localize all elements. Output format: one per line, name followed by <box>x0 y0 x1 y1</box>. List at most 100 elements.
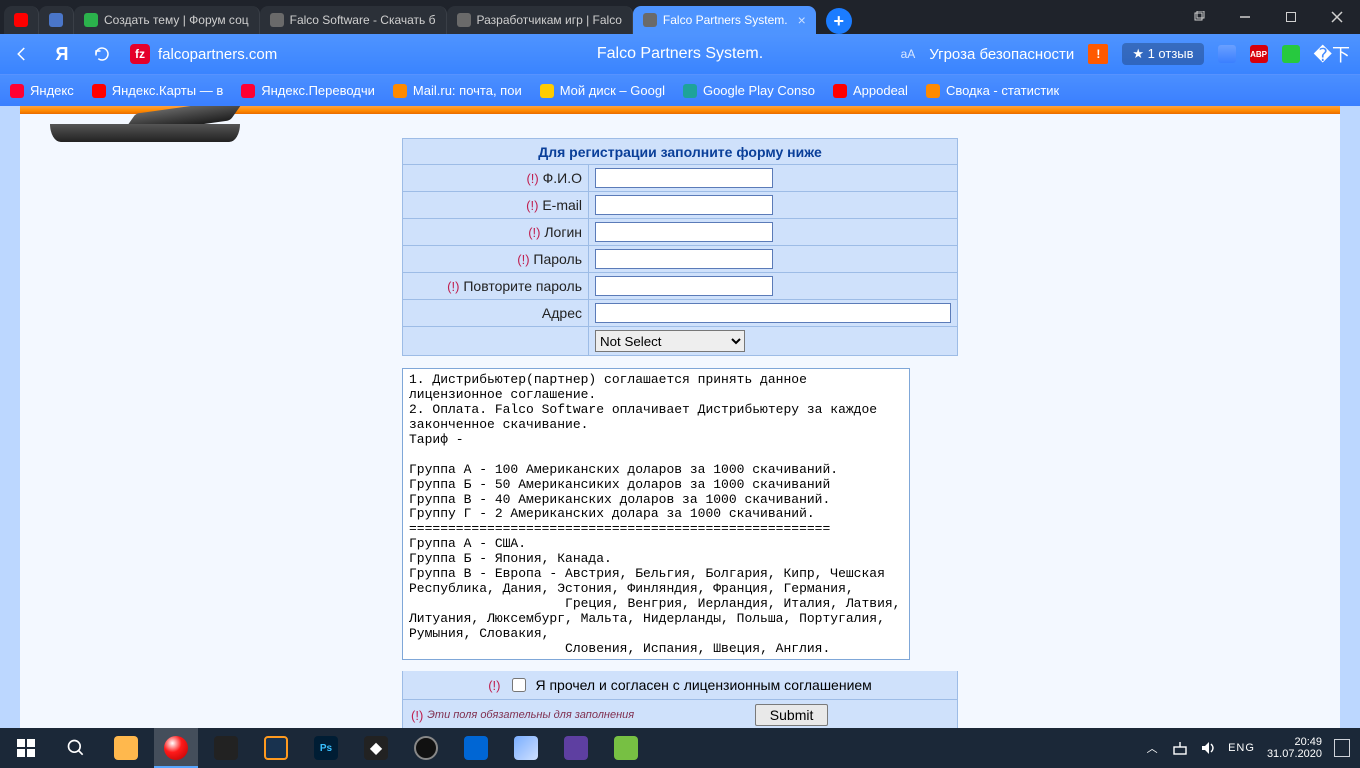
tray-clock[interactable]: 20:49 31.07.2020 <box>1267 736 1322 760</box>
tab-4[interactable]: Разработчикам игр | Falco <box>447 6 633 34</box>
forum-icon <box>84 13 98 27</box>
tab-3[interactable]: Falco Software - Скачать б <box>260 6 447 34</box>
plus-icon: + <box>834 11 845 32</box>
bookmark-item[interactable]: Appodeal <box>833 83 908 98</box>
url-block[interactable]: fz falcopartners.com <box>130 44 277 64</box>
tray-network-icon[interactable] <box>1172 740 1188 756</box>
mediaplayer-button[interactable] <box>254 728 298 768</box>
orange-strip <box>20 106 1340 114</box>
agree-checkbox[interactable] <box>512 678 526 692</box>
submit-button[interactable]: Submit <box>755 704 829 726</box>
bookmark-item[interactable]: Google Play Conso <box>683 83 815 98</box>
country-select[interactable]: Not Select <box>595 330 745 352</box>
explorer-button[interactable] <box>104 728 148 768</box>
bookmarks-bar: Яндекс Яндекс.Карты — в Яндекс.Переводчи… <box>0 74 1360 106</box>
translate-icon <box>241 84 255 98</box>
agree-row: (!) Я прочел и согласен с лицензионным с… <box>402 671 958 700</box>
start-button[interactable] <box>4 728 48 768</box>
bookmark-item[interactable]: Яндекс <box>10 83 74 98</box>
downloads-icon[interactable]: �下 <box>1314 41 1350 67</box>
req-mark: (!) <box>488 678 500 693</box>
form-header: Для регистрации заполните форму ниже <box>403 139 958 165</box>
notes-button[interactable] <box>504 728 548 768</box>
label-address: Адрес <box>403 300 589 327</box>
browser-chrome: Создать тему | Форум соц Falco Software … <box>0 0 1360 106</box>
login-input[interactable] <box>595 222 773 242</box>
steam-button[interactable] <box>204 728 248 768</box>
email-input[interactable] <box>595 195 773 215</box>
app-button-1[interactable] <box>454 728 498 768</box>
window-controls <box>1176 0 1360 34</box>
password-input[interactable] <box>595 249 773 269</box>
protect-icon[interactable] <box>1282 45 1300 63</box>
yandex-button[interactable]: Я <box>50 42 74 66</box>
bookmark-item[interactable]: Mail.ru: почта, пои <box>393 83 522 98</box>
bookmark-item[interactable]: Мой диск – Googl <box>540 83 665 98</box>
label-password2: (!) Повторите пароль <box>403 273 589 300</box>
tray-date: 31.07.2020 <box>1267 748 1322 760</box>
abp-icon[interactable]: ABP <box>1250 45 1268 63</box>
security-badge-icon[interactable]: ! <box>1088 44 1108 64</box>
license-textarea[interactable]: 1. Дистрибьютер(партнер) соглашается при… <box>402 368 910 660</box>
minimize-button[interactable] <box>1222 0 1268 34</box>
app-button-2[interactable] <box>554 728 598 768</box>
unreal-button[interactable] <box>404 728 448 768</box>
tab-label: Разработчикам игр | Falco <box>477 13 622 27</box>
falco-icon <box>643 13 657 27</box>
search-button[interactable] <box>54 728 98 768</box>
form-footer: (!) Эти поля обязательны для заполнения … <box>402 700 958 728</box>
maps-icon <box>92 84 106 98</box>
label-country <box>403 327 589 356</box>
unity-button[interactable]: ◆ <box>354 728 398 768</box>
bookmark-item[interactable]: Сводка - статистик <box>926 83 1059 98</box>
tray-language[interactable]: ENG <box>1228 742 1255 754</box>
extensions-icon[interactable] <box>1218 45 1236 63</box>
page-content: Для регистрации заполните форму ниже (!)… <box>20 106 1340 728</box>
yandex-browser-button[interactable] <box>154 728 198 768</box>
registration-form: Для регистрации заполните форму ниже (!)… <box>402 138 958 728</box>
viewport: Для регистрации заполните форму ниже (!)… <box>0 106 1360 728</box>
tray-chevron-up-icon[interactable]: ︿ <box>1144 740 1160 756</box>
tab-strip: Создать тему | Форум соц Falco Software … <box>0 0 1360 34</box>
vk-icon <box>49 13 63 27</box>
reload-button[interactable] <box>90 42 114 66</box>
reg-table: Для регистрации заполните форму ниже (!)… <box>402 138 958 356</box>
tab-pinned-0[interactable] <box>4 6 39 34</box>
new-tab-button[interactable]: + <box>826 8 852 34</box>
falco-icon <box>270 13 284 27</box>
reviews-pill[interactable]: ★ 1 отзыв <box>1122 43 1203 65</box>
address-input[interactable] <box>595 303 951 323</box>
taskbar: Ps ◆ ︿ ENG 20:49 31.07.2020 <box>0 728 1360 768</box>
tab-label: Создать тему | Форум соц <box>104 13 249 27</box>
tab-pinned-1[interactable] <box>39 6 74 34</box>
close-icon[interactable]: × <box>798 12 806 28</box>
fio-input[interactable] <box>595 168 773 188</box>
bookmark-item[interactable]: Яндекс.Карты — в <box>92 83 224 98</box>
copy-window-button[interactable] <box>1176 0 1222 34</box>
security-warning[interactable]: Угроза безопасности <box>929 46 1074 63</box>
yandex-icon <box>10 84 24 98</box>
gdrive-icon <box>540 84 554 98</box>
label-password: (!) Пароль <box>403 246 589 273</box>
tab-5-active[interactable]: Falco Partners System. × <box>633 6 816 34</box>
playconsole-icon <box>683 84 697 98</box>
label-fio: (!) Ф.И.О <box>403 165 589 192</box>
photoshop-button[interactable]: Ps <box>304 728 348 768</box>
tab-2[interactable]: Создать тему | Форум соц <box>74 6 260 34</box>
page-bg: Для регистрации заполните форму ниже (!)… <box>0 106 1360 728</box>
mailru-icon <box>393 84 407 98</box>
star-icon: ★ 1 отзыв <box>1132 46 1193 62</box>
tray-notifications-icon[interactable] <box>1334 740 1350 756</box>
app-button-3[interactable] <box>604 728 648 768</box>
bookmark-item[interactable]: Яндекс.Переводчи <box>241 83 375 98</box>
password2-input[interactable] <box>595 276 773 296</box>
system-tray: ︿ ENG 20:49 31.07.2020 <box>1144 736 1356 760</box>
translate-icon[interactable]: аА <box>901 47 916 61</box>
appodeal-icon <box>833 84 847 98</box>
url-text: falcopartners.com <box>158 46 277 63</box>
agree-label: Я прочел и согласен с лицензионным согла… <box>535 677 871 693</box>
close-window-button[interactable] <box>1314 0 1360 34</box>
maximize-button[interactable] <box>1268 0 1314 34</box>
tray-volume-icon[interactable] <box>1200 740 1216 756</box>
back-button[interactable] <box>10 42 34 66</box>
